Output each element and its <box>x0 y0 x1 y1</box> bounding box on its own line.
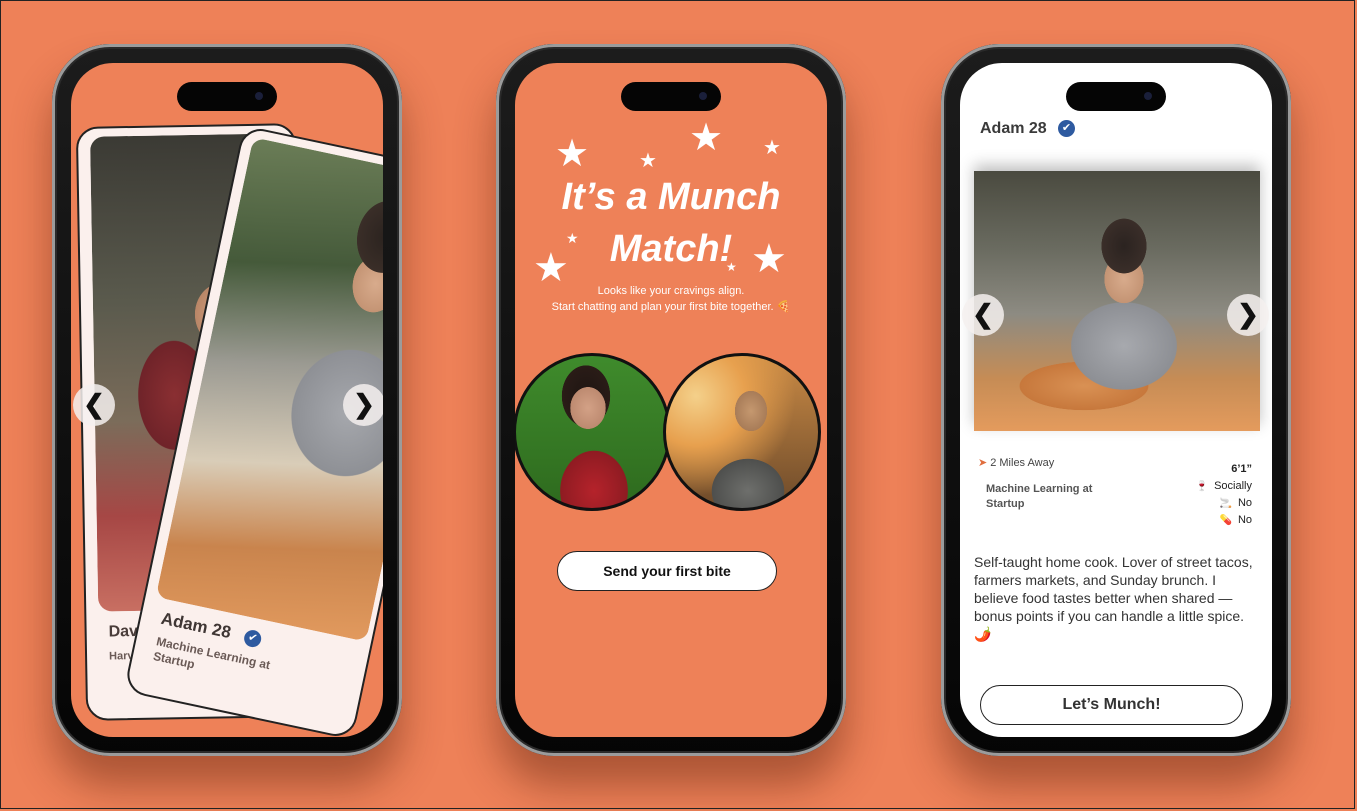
profile-bio: Self-taught home cook. Lover of street t… <box>974 554 1253 642</box>
lets-munch-button[interactable]: Let’s Munch! <box>980 685 1243 725</box>
wine-glass-icon: 🍷 <box>1195 481 1209 492</box>
swipe-screen: David Harvard Adam 28 ✔ Machine Learning… <box>71 63 383 737</box>
drugs-row: 💊 No <box>1196 512 1252 529</box>
star-icon: ★ <box>639 150 657 172</box>
match-subtitle: Looks like your cravings align. Start ch… <box>515 283 827 315</box>
profile-screen: Adam 28 ✔ ❮ ❯ ➤ 2 Miles Away Machine Lear… <box>960 63 1272 737</box>
dynamic-island <box>1066 82 1166 111</box>
star-icon: ★ <box>689 117 724 159</box>
cigarette-icon: 🚬 <box>1219 498 1232 509</box>
smokes-value: No <box>1237 497 1252 509</box>
phone-swipe-screen: David Harvard Adam 28 ✔ Machine Learning… <box>52 44 402 756</box>
height-value: 6’1” <box>1231 463 1252 475</box>
profile-name: Adam 28 <box>980 120 1047 137</box>
distance-info: ➤ 2 Miles Away <box>978 456 1054 469</box>
distance-text: 2 Miles Away <box>990 457 1055 469</box>
match-avatar-user <box>515 353 671 511</box>
profile-stats: 6’1” 🍷 Socially 🚬 No 💊 No <box>1196 461 1252 529</box>
match-subtitle-line: Start chatting and plan your first bite … <box>551 301 791 313</box>
drugs-value: No <box>1237 514 1252 526</box>
smokes-row: 🚬 No <box>1196 495 1252 512</box>
drinks-value: Socially <box>1214 480 1252 492</box>
chevron-right-icon[interactable]: ❯ <box>1227 294 1269 336</box>
star-icon: ★ <box>555 133 590 175</box>
dynamic-island <box>621 82 721 111</box>
phone-profile-screen: Adam 28 ✔ ❮ ❯ ➤ 2 Miles Away Machine Lear… <box>941 44 1291 756</box>
star-icon: ★ <box>763 137 781 159</box>
match-title: It’s a Munch Match! <box>561 176 781 270</box>
chevron-left-icon[interactable]: ❮ <box>73 384 115 426</box>
match-avatar-adam <box>663 353 821 511</box>
match-screen: ★ ★ ★ ★ ★ ★ ★ ★ It’s a Munch Match! Look… <box>515 63 827 737</box>
match-subtitle-line: Looks like your cravings align. <box>597 285 745 297</box>
pill-icon: 💊 <box>1219 515 1232 526</box>
check-badge-icon: ✔ <box>242 628 263 649</box>
location-arrow-icon: ➤ <box>978 457 988 469</box>
profile-photo <box>974 171 1260 431</box>
drinks-row: 🍷 Socially <box>1196 478 1252 495</box>
job-info: Machine Learning at Startup <box>986 483 1093 510</box>
chevron-left-icon[interactable]: ❮ <box>962 294 1004 336</box>
phone-match-screen: ★ ★ ★ ★ ★ ★ ★ ★ It’s a Munch Match! Look… <box>496 44 846 756</box>
check-badge-icon: ✔ <box>1058 120 1075 137</box>
chevron-right-icon[interactable]: ❯ <box>343 384 383 426</box>
send-first-bite-button[interactable]: Send your first bite <box>557 551 777 591</box>
dynamic-island <box>177 82 277 111</box>
